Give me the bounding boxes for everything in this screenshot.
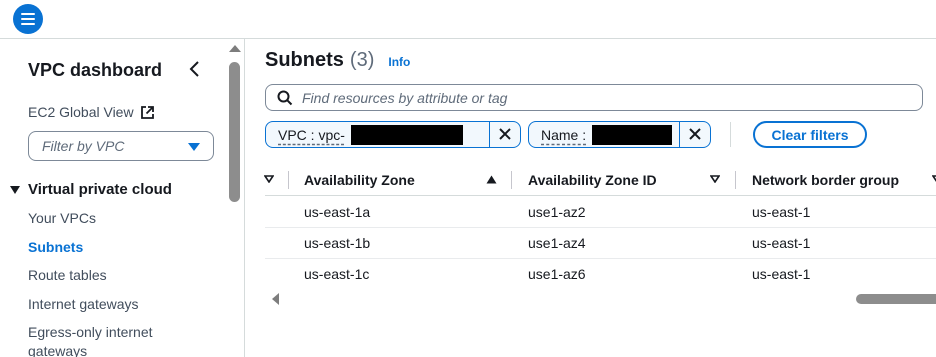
- sidebar-item-egress-only-internet-gateways[interactable]: Egress-only internet: [28, 324, 153, 340]
- search-icon: [277, 90, 293, 106]
- cell-network-border-group: us-east-1: [752, 234, 811, 251]
- filter-token-name-label[interactable]: Name :: [529, 127, 592, 143]
- filter-by-vpc-placeholder: Filter by VPC: [42, 138, 125, 154]
- cell-availability-zone: us-east-1a: [304, 203, 371, 220]
- cell-availability-zone: us-east-1c: [304, 265, 370, 282]
- cell-network-border-group: us-east-1: [752, 265, 811, 282]
- table-horizontal-scrollbar-thumb[interactable]: [856, 294, 936, 304]
- redacted-block: [350, 124, 463, 145]
- sort-ascending-icon[interactable]: [486, 175, 497, 184]
- chevron-left-icon[interactable]: [186, 59, 204, 79]
- redacted-block: [592, 124, 673, 145]
- scroll-up-arrow-icon[interactable]: [229, 45, 241, 52]
- filter-token-name: Name :: [528, 121, 711, 148]
- table-header: Availability Zone Availability Zone ID N…: [264, 164, 936, 196]
- ec2-global-view-label: EC2 Global View: [28, 104, 134, 120]
- search-placeholder: Find resources by attribute or tag: [302, 89, 508, 106]
- close-icon[interactable]: [679, 121, 710, 147]
- section-title: Virtual private cloud: [28, 181, 172, 198]
- subnet-count: (3): [349, 49, 375, 71]
- caret-down-icon: [188, 143, 200, 151]
- column-header-availability-zone-id[interactable]: Availability Zone ID: [528, 164, 657, 195]
- cell-availability-zone-id: use1-az4: [528, 234, 586, 251]
- sort-descending-icon[interactable]: [710, 175, 720, 183]
- search-input[interactable]: Find resources by attribute or tag: [265, 84, 923, 111]
- external-link-icon: [140, 105, 154, 119]
- table-row[interactable]: us-east-1a use1-az2 us-east-1: [265, 196, 936, 228]
- column-divider: [511, 171, 512, 189]
- hamburger-menu-icon[interactable]: [13, 4, 43, 34]
- sidebar-item-egress-only-continued[interactable]: gateways: [28, 343, 87, 357]
- sidebar-item-your-vpcs[interactable]: Your VPCs: [28, 210, 96, 226]
- column-header-network-border-group[interactable]: Network border group: [752, 164, 899, 195]
- page-title: Subnets (3) Info: [265, 49, 410, 72]
- sidebar: VPC dashboard EC2 Global View Filter by …: [0, 39, 245, 357]
- table-row[interactable]: us-east-1c use1-az6 us-east-1: [265, 258, 936, 289]
- clear-filters-button[interactable]: Clear filters: [753, 121, 867, 148]
- section-virtual-private-cloud[interactable]: Virtual private cloud: [10, 181, 172, 198]
- filter-divider: [730, 122, 731, 147]
- sidebar-item-route-tables[interactable]: Route tables: [28, 267, 107, 283]
- caret-down-icon: [10, 185, 20, 194]
- cell-network-border-group: us-east-1: [752, 203, 811, 220]
- page-title-text: Subnets: [265, 49, 344, 71]
- filter-token-vpc: VPC : vpc-: [265, 121, 521, 148]
- close-icon[interactable]: [489, 121, 520, 147]
- ec2-global-view-link[interactable]: EC2 Global View: [28, 104, 155, 120]
- cell-availability-zone-id: use1-az6: [528, 265, 586, 282]
- main-content: Subnets (3) Info Find resources by attri…: [245, 39, 936, 357]
- cell-availability-zone-id: use1-az2: [528, 203, 586, 220]
- column-divider: [735, 171, 736, 189]
- scroll-left-arrow-icon[interactable]: [272, 293, 279, 305]
- table-row[interactable]: us-east-1b use1-az4 us-east-1: [265, 227, 936, 259]
- sidebar-item-subnets[interactable]: Subnets: [28, 239, 83, 255]
- cell-availability-zone: us-east-1b: [304, 234, 371, 251]
- sort-descending-icon[interactable]: [264, 175, 274, 183]
- info-link[interactable]: Info: [388, 55, 410, 69]
- top-bar: [0, 0, 936, 39]
- sidebar-scrollbar-thumb[interactable]: [229, 62, 240, 202]
- sort-descending-icon[interactable]: [932, 175, 936, 183]
- sidebar-title: VPC dashboard: [28, 60, 163, 80]
- filter-by-vpc-select[interactable]: Filter by VPC: [28, 131, 214, 161]
- filter-token-vpc-label[interactable]: VPC : vpc-: [266, 127, 351, 143]
- column-header-availability-zone[interactable]: Availability Zone: [304, 164, 415, 195]
- column-divider: [288, 171, 289, 189]
- sidebar-item-internet-gateways[interactable]: Internet gateways: [28, 296, 139, 312]
